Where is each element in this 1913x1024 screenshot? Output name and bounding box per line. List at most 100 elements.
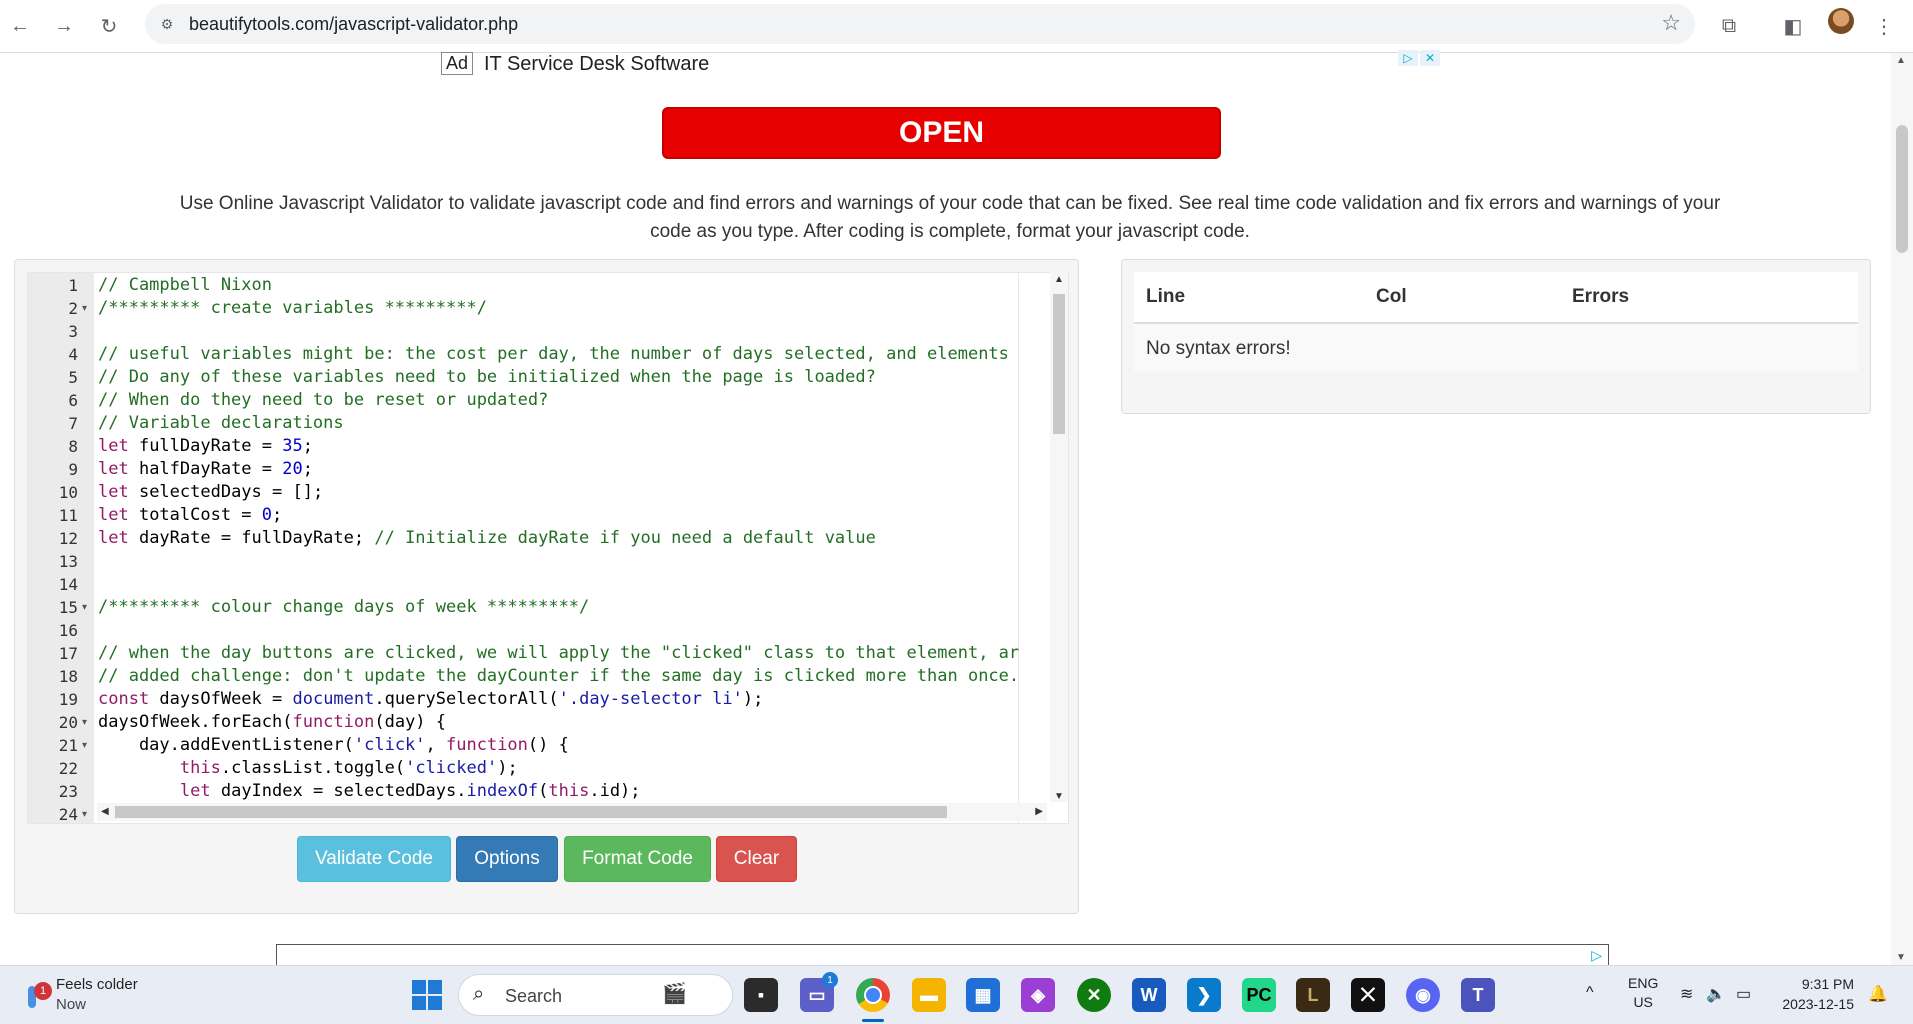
code-line[interactable]: // added challenge: don't update the day… xyxy=(98,665,1019,688)
fold-toggle-icon[interactable]: ▾ xyxy=(82,803,87,823)
taskbar-search[interactable]: ⌕ Search 🎬 xyxy=(458,974,733,1016)
page-scrollbar[interactable]: ▲ ▼ xyxy=(1891,53,1913,965)
site-info-icon[interactable]: ⚙ xyxy=(157,14,177,34)
code-line[interactable]: let fullDayRate = 35; xyxy=(98,435,313,458)
line-number: 8 xyxy=(68,437,78,456)
code-text-area[interactable]: // Campbell Nixon /********* create varia… xyxy=(98,273,1064,823)
ad-choices[interactable]: ▷ ✕ xyxy=(1398,50,1442,66)
code-token: const xyxy=(98,689,150,709)
code-line[interactable]: const daysOfWeek = document.querySelecto… xyxy=(98,688,763,711)
chrome-icon[interactable] xyxy=(856,978,890,1012)
weather-line2[interactable]: Now xyxy=(56,996,86,1013)
ad-open-button[interactable]: OPEN xyxy=(662,107,1221,159)
fold-toggle-icon[interactable]: ▾ xyxy=(82,711,87,734)
address-bar[interactable]: ⚙ beautifytools.com/javascript-validator… xyxy=(145,4,1695,44)
show-hidden-icons-chevron-icon[interactable]: ^ xyxy=(1586,984,1594,1002)
back-button[interactable]: ← xyxy=(4,10,36,42)
editor-vscroll-thumb[interactable] xyxy=(1053,294,1065,434)
code-line[interactable]: /********* create variables *********/ xyxy=(98,297,487,320)
reload-button[interactable]: ↻ xyxy=(93,10,125,42)
code-line[interactable]: daysOfWeek.forEach(function(day) { xyxy=(98,711,446,734)
task-view-icon[interactable]: ▪ xyxy=(744,978,778,1012)
teams-icon[interactable]: T xyxy=(1461,978,1495,1012)
validate-code-button[interactable]: Validate Code xyxy=(297,836,451,882)
file-explorer-icon[interactable]: ▬ xyxy=(912,978,946,1012)
line-number: 20 xyxy=(58,713,78,732)
weather-line1[interactable]: Feels colder xyxy=(56,976,138,993)
scroll-down-arrow-icon[interactable]: ▼ xyxy=(1896,952,1906,963)
ad-choices-icon[interactable]: ▷ xyxy=(1591,947,1602,964)
reload-icon: ↻ xyxy=(100,15,118,38)
fold-toggle-icon[interactable]: ▾ xyxy=(82,297,87,320)
battery-icon[interactable]: ▭ xyxy=(1736,984,1751,1004)
code-line[interactable]: // Variable declarations xyxy=(98,412,344,435)
wifi-icon[interactable]: ≋ xyxy=(1680,984,1693,1004)
page-scroll-thumb[interactable] xyxy=(1896,125,1908,253)
line-number: 18 xyxy=(58,667,78,686)
format-code-button[interactable]: Format Code xyxy=(564,836,711,882)
code-line[interactable]: let selectedDays = []; xyxy=(98,481,323,504)
proton-vpn-icon[interactable]: ◈ xyxy=(1021,978,1055,1012)
code-line[interactable]: let totalCost = 0; xyxy=(98,504,282,527)
editor-scroll-right-icon[interactable]: ▶ xyxy=(1035,806,1043,817)
code-token: ; xyxy=(272,505,283,525)
editor-scroll-up-icon[interactable]: ▲ xyxy=(1054,274,1064,285)
line-number: 11 xyxy=(58,506,78,525)
code-line[interactable]: /********* colour change days of week **… xyxy=(98,596,589,619)
options-button[interactable]: Options xyxy=(456,836,558,882)
search-icon: ⌕ xyxy=(473,983,485,1005)
profile-avatar[interactable] xyxy=(1828,8,1854,34)
editor-horizontal-scrollbar[interactable]: ◀ ▶ xyxy=(97,803,1047,821)
ad-close-icon[interactable]: ✕ xyxy=(1420,50,1440,66)
editor-scroll-left-icon[interactable]: ◀ xyxy=(101,806,109,817)
code-line[interactable]: // When do they need to be reset or upda… xyxy=(98,389,548,412)
fold-toggle-icon[interactable]: ▾ xyxy=(82,596,87,619)
windows-start-icon[interactable] xyxy=(412,980,442,1010)
notification-bell-icon[interactable]: 🔔 xyxy=(1868,984,1888,1004)
discord-icon[interactable]: ◉ xyxy=(1406,978,1440,1012)
editor-vertical-scrollbar[interactable]: ▲ ▼ xyxy=(1050,272,1068,802)
code-token: this xyxy=(548,781,590,801)
pycharm-icon[interactable]: PC xyxy=(1242,978,1276,1012)
code-line[interactable]: // Campbell Nixon xyxy=(98,274,272,297)
editor-scroll-down-icon[interactable]: ▼ xyxy=(1054,791,1064,802)
code-token: let xyxy=(98,482,129,502)
browser-menu-icon[interactable]: ⋮ xyxy=(1872,10,1896,42)
code-line[interactable]: this.classList.toggle('clicked'); xyxy=(98,757,518,780)
weather-widget[interactable]: 1 xyxy=(18,982,52,1012)
forward-button[interactable]: → xyxy=(48,10,80,42)
word-icon[interactable]: W xyxy=(1132,978,1166,1012)
ad-title[interactable]: IT Service Desk Software xyxy=(484,53,709,76)
volume-icon[interactable]: 🔈 xyxy=(1706,984,1726,1004)
league-of-legends-icon[interactable]: L xyxy=(1296,978,1330,1012)
epic-games-icon[interactable]: ⨉ xyxy=(1351,978,1385,1012)
code-token: // Initialize dayRate if you need a defa… xyxy=(374,528,876,548)
clear-button[interactable]: Clear xyxy=(716,836,797,882)
scroll-up-arrow-icon[interactable]: ▲ xyxy=(1896,55,1906,66)
code-line[interactable]: day.addEventListener('click', function()… xyxy=(98,734,569,757)
weather-badge: 1 xyxy=(34,982,52,1000)
extensions-icon[interactable]: ⧉ xyxy=(1713,10,1745,42)
code-line[interactable]: let halfDayRate = 20; xyxy=(98,458,313,481)
system-clock[interactable]: 9:31 PM 2023-12-15 xyxy=(1774,974,1854,1014)
ad-choices-icon[interactable]: ▷ xyxy=(1398,50,1418,66)
code-line[interactable]: let dayIndex = selectedDays.indexOf(this… xyxy=(98,780,641,803)
fold-toggle-icon[interactable]: ▾ xyxy=(82,734,87,757)
url-text[interactable]: beautifytools.com/javascript-validator.p… xyxy=(189,14,518,35)
side-panel-icon[interactable]: ◧ xyxy=(1777,10,1809,42)
code-line[interactable]: // when the day buttons are clicked, we … xyxy=(98,642,1019,665)
code-line[interactable]: // Do any of these variables need to be … xyxy=(98,366,876,389)
code-token: this xyxy=(179,758,221,778)
microsoft-store-icon[interactable]: ▦ xyxy=(966,978,1000,1012)
editor-hscroll-thumb[interactable] xyxy=(115,806,947,818)
code-editor[interactable]: 1 2 ▾ 3 4 5 6 7 8 9 10 11 12 13 14 15 ▾ 16 17 18 19 20 ▾ 21 ▾ 22 2… xyxy=(27,272,1069,824)
code-line[interactable]: let dayRate = fullDayRate; // Initialize… xyxy=(98,527,876,550)
clock-time: 9:31 PM xyxy=(1801,976,1854,992)
input-language[interactable]: ENG US xyxy=(1628,974,1658,1012)
code-line[interactable]: // useful variables might be: the cost p… xyxy=(98,343,1009,366)
bookmark-star-icon[interactable]: ☆ xyxy=(1661,10,1681,36)
line-number: 1 xyxy=(68,276,78,295)
line-number: 2 xyxy=(68,299,78,318)
vscode-icon[interactable]: ❯ xyxy=(1187,978,1221,1012)
xbox-icon[interactable]: ✕ xyxy=(1077,978,1111,1012)
